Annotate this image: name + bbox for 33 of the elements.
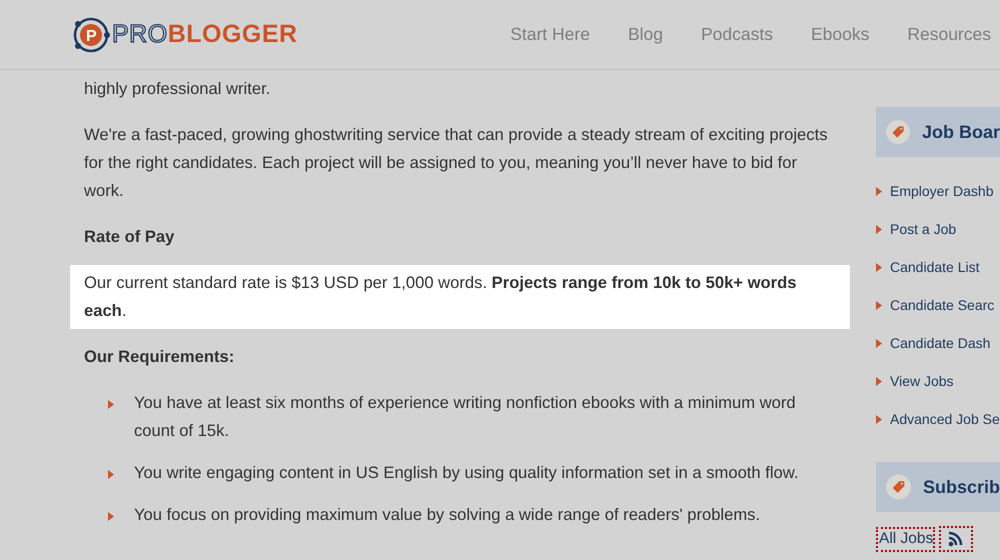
sidebar-link[interactable]: View Jobs bbox=[890, 373, 954, 389]
section-heading: Our Requirements: bbox=[83, 346, 236, 368]
triangle-bullet-icon bbox=[876, 376, 882, 386]
triangle-bullet-icon bbox=[108, 400, 114, 409]
triangle-bullet-icon bbox=[876, 224, 882, 234]
sidebar-link[interactable]: Employer Dashb bbox=[890, 183, 994, 199]
triangle-bullet-icon bbox=[876, 300, 882, 310]
section-heading: Rate of Pay bbox=[83, 226, 176, 248]
list-item: You focus on providing maximum value by solving a wide range of readers' problems. bbox=[134, 504, 760, 526]
triangle-bullet-icon bbox=[876, 262, 882, 272]
triangle-bullet-icon bbox=[876, 186, 882, 196]
sidebar-link[interactable]: Post a Job bbox=[890, 221, 956, 237]
triangle-bullet-icon bbox=[108, 512, 114, 521]
logo-text: PRO bbox=[112, 20, 168, 49]
sidebar-link[interactable]: Advanced Job Se bbox=[890, 411, 1000, 427]
paragraph: Our current standard rate is $13 USD per 1,000 words. Projects range from 10k to 50k+ words each. bbox=[70, 265, 850, 329]
widget-title: Job Boar bbox=[922, 122, 1000, 142]
sidebar-link[interactable]: Candidate Searc bbox=[890, 297, 994, 313]
rss-feed-icon[interactable] bbox=[939, 526, 974, 552]
triangle-bullet-icon bbox=[876, 338, 882, 348]
sidebar-link[interactable]: Candidate Dash bbox=[890, 335, 990, 351]
tag-icon bbox=[886, 117, 910, 147]
list-item: You have at least six months of experience writing nonfiction ebooks with a minimum word count of 15k. bbox=[134, 392, 797, 442]
widget-title: Subscrib bbox=[922, 476, 1000, 498]
sidebar-link[interactable]: Candidate List bbox=[890, 259, 980, 275]
triangle-bullet-icon bbox=[876, 414, 882, 424]
all-jobs-link[interactable]: All Jobs bbox=[876, 526, 936, 552]
tag-icon bbox=[886, 472, 911, 502]
paragraph: highly professional writer. bbox=[83, 78, 272, 100]
list-item: You write engaging content in US English by using quality information set in a smooth flow. bbox=[134, 462, 798, 484]
logo-text: BLOGGER bbox=[168, 20, 298, 49]
triangle-bullet-icon bbox=[108, 470, 114, 479]
paragraph: We're a fast-paced, growing ghostwriting service that can provide a steady stream of exciting projects for the right candidates. Each project will be assigned to you, meaning you’ll never have to bid for work. bbox=[83, 124, 828, 202]
